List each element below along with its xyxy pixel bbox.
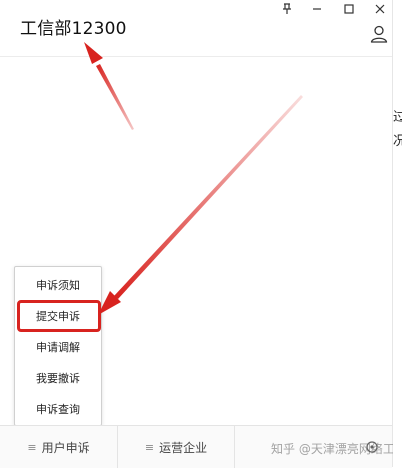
menu-icon: ≡ — [27, 440, 37, 454]
pin-button[interactable] — [276, 0, 298, 18]
minimize-button[interactable] — [306, 0, 328, 18]
user-icon[interactable] — [369, 24, 389, 44]
tab-user-complaint[interactable]: ≡ 用户申诉 — [0, 426, 118, 468]
tab-more[interactable] — [235, 426, 391, 468]
maximize-button[interactable] — [338, 0, 360, 18]
menu-item-submit-complaint[interactable]: 提交申诉 — [15, 300, 101, 331]
background-window-edge: ‎ 过 况 — [393, 0, 402, 467]
pin-icon — [283, 3, 291, 14]
app-window: 工信部12300 申诉须知 提交申诉 申请调解 我要撤诉 申诉查询 ≡ 用户申诉… — [0, 0, 402, 468]
menu-item-request-mediation[interactable]: 申请调解 — [15, 331, 101, 362]
tab-label: 用户申诉 — [41, 440, 90, 455]
close-button[interactable] — [369, 0, 391, 18]
menu-item-complaint-query[interactable]: 申诉查询 — [15, 393, 101, 424]
tab-operators[interactable]: ≡ 运营企业 — [118, 426, 235, 468]
title-bar — [0, 0, 392, 18]
text-fragment: 过 — [393, 110, 402, 125]
menu-icon: ≡ — [144, 440, 155, 454]
tab-label: 运营企业 — [159, 440, 208, 455]
menu-item-complaint-notice[interactable]: 申诉须知 — [15, 269, 101, 300]
maximize-icon — [344, 4, 354, 14]
bottom-tab-bar: ≡ 用户申诉 ≡ 运营企业 — [0, 425, 392, 468]
text-fragment: 况 — [393, 134, 402, 149]
menu-item-withdraw-complaint[interactable]: 我要撤诉 — [15, 362, 101, 393]
close-icon — [375, 4, 385, 14]
complaint-popup-menu: 申诉须知 提交申诉 申请调解 我要撤诉 申诉查询 — [14, 266, 102, 426]
settings-icon — [366, 441, 378, 453]
minimize-icon — [313, 8, 321, 10]
